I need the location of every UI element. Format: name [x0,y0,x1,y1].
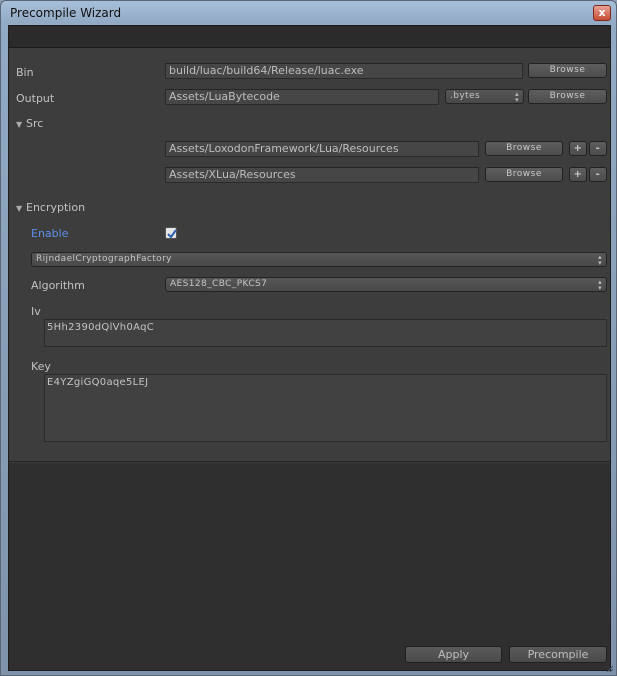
enable-label: Enable [31,227,69,240]
encryption-foldout[interactable]: ▼ Encryption [16,201,85,214]
src-label: Src [26,117,44,130]
bin-label: Bin [16,66,34,79]
key-label: Key [31,360,51,373]
window-title: Precompile Wizard [10,6,122,20]
src-path-field[interactable]: Assets/LoxodonFramework/Lua/Resources [165,141,479,157]
resize-grip-icon[interactable] [606,665,614,673]
output-label: Output [16,92,55,105]
key-text-area[interactable]: E4YZgiGQ0aqe5LEJ [44,374,607,442]
footer-area: Apply Precompile [9,463,610,670]
iv-label: Iv [31,305,41,318]
title-bar[interactable]: Precompile Wizard x [1,1,616,25]
src-remove-button[interactable]: - [589,141,607,156]
output-extension-dropdown[interactable]: .bytes ▴ ▾ [445,89,524,104]
crypto-factory-value: RijndaelCryptographFactory [36,254,172,264]
precompile-wizard-window: Precompile Wizard x Bin build/luac/build… [0,0,617,676]
src-add-button[interactable]: + [569,167,587,182]
algorithm-value: AES128_CBC_PKCS7 [170,279,268,289]
src-browse-button[interactable]: Browse [485,141,563,156]
src-remove-button[interactable]: - [589,167,607,182]
algorithm-label: Algorithm [31,279,85,292]
encryption-label: Encryption [26,201,86,214]
foldout-expanded-icon: ▼ [16,204,23,213]
src-browse-button[interactable]: Browse [485,167,563,182]
output-path-field[interactable]: Assets/LuaBytecode [165,89,439,105]
enable-checkbox[interactable] [165,227,177,239]
src-foldout[interactable]: ▼ Src [16,117,43,130]
dropdown-arrows-icon: ▴ ▾ [515,90,519,104]
output-browse-button[interactable]: Browse [528,89,607,104]
bin-browse-button[interactable]: Browse [528,63,607,78]
crypto-factory-dropdown[interactable]: RijndaelCryptographFactory ▴ ▾ [31,252,607,267]
bin-path-field[interactable]: build/luac/build64/Release/luac.exe [165,63,523,79]
iv-text-area[interactable]: 5Hh2390dQlVh0AqC [44,319,607,347]
src-path-field[interactable]: Assets/XLua/Resources [165,167,479,183]
algorithm-dropdown[interactable]: AES128_CBC_PKCS7 ▴ ▾ [165,277,607,292]
src-add-button[interactable]: + [569,141,587,156]
client-area: Bin build/luac/build64/Release/luac.exe … [8,25,611,671]
output-extension-value: .bytes [450,91,481,101]
checkmark-icon [167,229,177,239]
dropdown-arrows-icon: ▴ ▾ [598,278,602,292]
precompile-button[interactable]: Precompile [509,646,607,663]
close-button[interactable]: x [593,5,611,21]
settings-panel: Bin build/luac/build64/Release/luac.exe … [9,49,610,462]
toolbar-strip [9,26,610,48]
foldout-expanded-icon: ▼ [16,120,23,129]
dropdown-arrows-icon: ▴ ▾ [598,253,602,267]
apply-button[interactable]: Apply [405,646,502,663]
